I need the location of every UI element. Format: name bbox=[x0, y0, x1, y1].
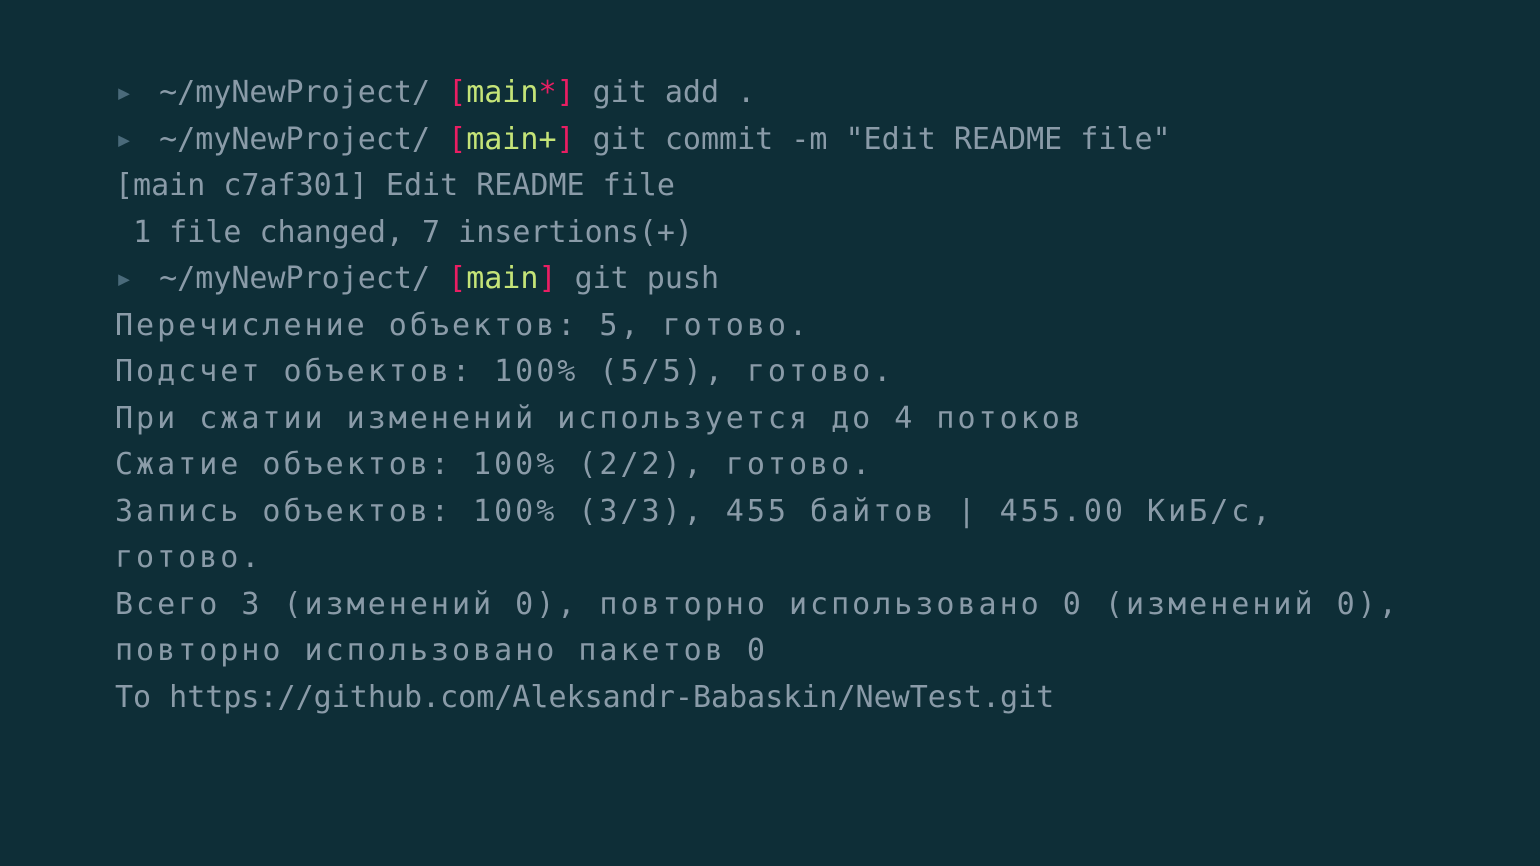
command-text: git commit -m "Edit README file" bbox=[593, 122, 1171, 157]
branch-bracket-close: ] bbox=[557, 75, 575, 110]
current-path: ~/myNewProject/ bbox=[159, 122, 430, 157]
current-path: ~/myNewProject/ bbox=[159, 261, 430, 296]
push-output-line-7: To https://github.com/Aleksandr-Babaskin… bbox=[115, 675, 1425, 722]
branch-dirty-marker: + bbox=[538, 122, 556, 157]
branch-name: main bbox=[466, 75, 538, 110]
commit-output-line-1: [main c7af301] Edit README file bbox=[115, 163, 1425, 210]
branch-bracket-close: ] bbox=[538, 261, 556, 296]
prompt-arrow-icon: ▸ bbox=[115, 117, 133, 164]
prompt-line-3[interactable]: ▸ ~/myNewProject/ [main] git push bbox=[115, 256, 1425, 303]
branch-bracket-close: ] bbox=[557, 122, 575, 157]
push-output-line-4: Сжатие объектов: 100% (2/2), готово. bbox=[115, 442, 1425, 489]
prompt-arrow-icon: ▸ bbox=[115, 256, 133, 303]
command-text: git add . bbox=[593, 75, 756, 110]
branch-name: main bbox=[466, 122, 538, 157]
prompt-line-1[interactable]: ▸ ~/myNewProject/ [main*] git add . bbox=[115, 70, 1425, 117]
push-output-line-1: Перечисление объектов: 5, готово. bbox=[115, 303, 1425, 350]
push-output-line-6: Всего 3 (изменений 0), повторно использо… bbox=[115, 582, 1425, 675]
commit-output-line-2: 1 file changed, 7 insertions(+) bbox=[115, 210, 1425, 257]
branch-bracket-open: [ bbox=[448, 261, 466, 296]
prompt-arrow-icon: ▸ bbox=[115, 70, 133, 117]
branch-bracket-open: [ bbox=[448, 122, 466, 157]
push-output-line-5: Запись объектов: 100% (3/3), 455 байтов … bbox=[115, 489, 1425, 582]
prompt-line-2[interactable]: ▸ ~/myNewProject/ [main+] git commit -m … bbox=[115, 117, 1425, 164]
terminal-output: ▸ ~/myNewProject/ [main*] git add . ▸ ~/… bbox=[115, 70, 1425, 721]
push-output-line-2: Подсчет объектов: 100% (5/5), готово. bbox=[115, 349, 1425, 396]
push-output-line-3: При сжатии изменений используется до 4 п… bbox=[115, 396, 1425, 443]
current-path: ~/myNewProject/ bbox=[159, 75, 430, 110]
branch-dirty-marker: * bbox=[538, 75, 556, 110]
branch-bracket-open: [ bbox=[448, 75, 466, 110]
command-text: git push bbox=[575, 261, 720, 296]
branch-name: main bbox=[466, 261, 538, 296]
